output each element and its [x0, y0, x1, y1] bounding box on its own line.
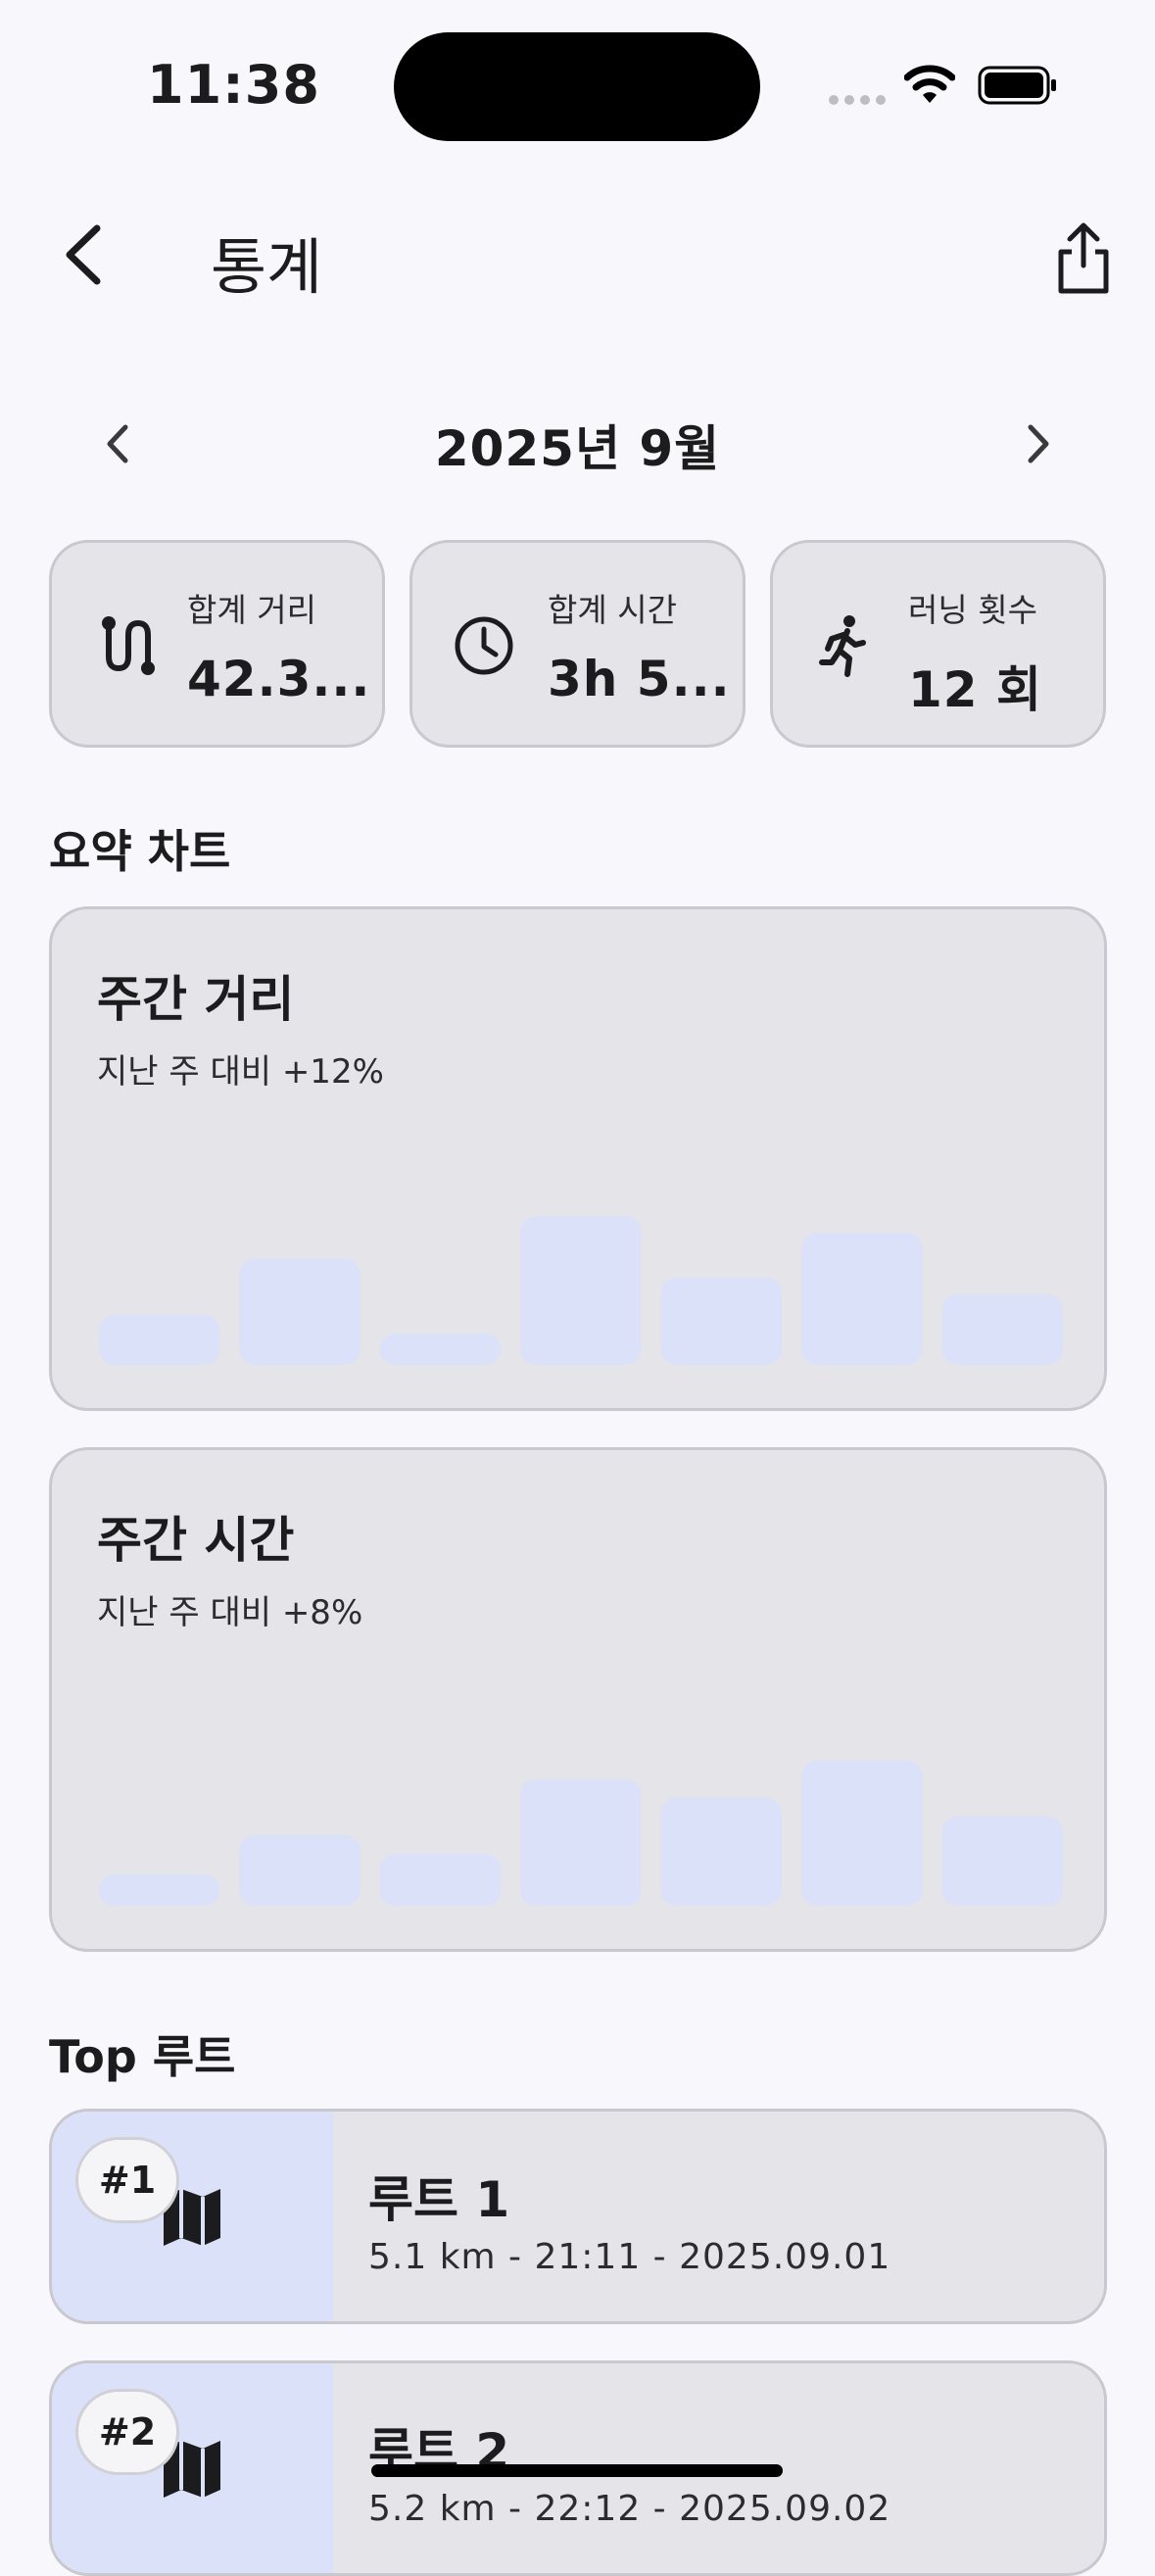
chart-bar: [239, 1258, 361, 1365]
chart-bar: [99, 1873, 220, 1906]
weekly-distance-chart-card[interactable]: 주간 거리 지난 주 대비 +12%: [49, 906, 1107, 1411]
chart-bar: [660, 1277, 783, 1365]
rank-badge: #1: [75, 2137, 179, 2223]
wifi-icon: [904, 65, 955, 103]
chart-bar: [520, 1216, 642, 1365]
route-meta: 5.2 km - 22:12 - 2025.09.02: [368, 2489, 891, 2529]
share-button[interactable]: [1053, 220, 1114, 297]
stat-value: 42.3...: [187, 651, 371, 707]
route-list-item[interactable]: #1 루트 1 5.1 km - 21:11 - 2025.09.01: [49, 2109, 1107, 2324]
stat-label: 러닝 횟수: [908, 591, 1037, 629]
stat-card-total-distance[interactable]: 합계 거리 42.3...: [49, 540, 385, 748]
chart-bar: [660, 1797, 783, 1906]
page-title: 통계: [211, 231, 323, 303]
next-month-button[interactable]: [1019, 419, 1058, 468]
chart-bar: [379, 1853, 502, 1906]
back-button[interactable]: [54, 220, 113, 289]
route-meta: 5.1 km - 21:11 - 2025.09.01: [368, 2237, 891, 2277]
weekly-distance-bar-chart: [99, 1216, 1063, 1365]
chart-bar: [941, 1816, 1063, 1906]
stat-label: 합계 거리: [187, 591, 316, 629]
chart-bar: [941, 1293, 1063, 1365]
chart-bar: [801, 1233, 923, 1365]
month-label: 2025년 9월: [434, 420, 721, 477]
chart-bar: [99, 1314, 220, 1365]
home-indicator: [371, 2464, 783, 2477]
route-icon: [102, 616, 155, 675]
route-name: 루트 1: [368, 2171, 510, 2228]
chart-bar: [520, 1778, 642, 1906]
chart-bar: [379, 1333, 502, 1365]
stat-card-run-count[interactable]: 러닝 횟수 12 회: [770, 540, 1106, 748]
weekly-time-chart-card[interactable]: 주간 시간 지난 주 대비 +8%: [49, 1447, 1107, 1952]
dynamic-island: [394, 32, 760, 141]
stat-card-total-time[interactable]: 합계 시간 3h 5...: [409, 540, 746, 748]
status-time: 11:38: [147, 54, 320, 116]
clock-icon: [455, 616, 513, 675]
rank-badge: #2: [75, 2389, 179, 2475]
chart-bar: [801, 1760, 923, 1906]
weekly-time-bar-chart: [99, 1760, 1063, 1906]
top-routes-section-title: Top 루트: [49, 2030, 236, 2083]
chart-bar: [239, 1834, 361, 1906]
cellular-signal-icon: [829, 95, 886, 105]
battery-icon: [978, 66, 1056, 105]
stat-label: 합계 시간: [548, 591, 677, 629]
stat-value: 3h 5...: [548, 651, 731, 707]
stat-value: 12 회: [908, 661, 1042, 718]
runner-icon: [819, 615, 866, 677]
summary-section-title: 요약 차트: [49, 825, 231, 878]
